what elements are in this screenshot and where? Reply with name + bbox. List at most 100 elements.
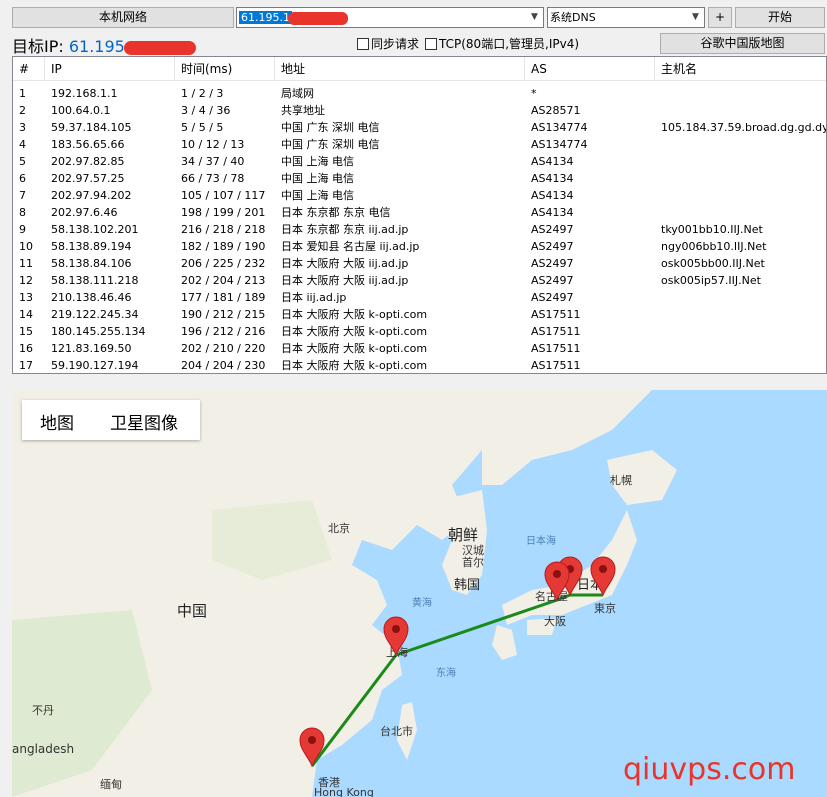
table-row[interactable]: 4 183.56.65.66 10 / 12 / 13 中国 广东 深圳 电信 AS13… [13, 136, 826, 153]
cell-as: AS17511 [531, 359, 581, 372]
cell-hostname: 105.184.37.59.broad.dg.gd.dynamic [661, 121, 827, 134]
tcp-checkbox[interactable]: TCP(80端口,管理员,IPv4) [425, 35, 579, 52]
cell-address: 中国 上海 电信 [281, 155, 354, 168]
col-index[interactable]: # [13, 57, 45, 81]
cell-index: 8 [19, 206, 26, 219]
cell-index: 2 [19, 104, 26, 117]
table-row[interactable]: 16 121.83.169.50 202 / 210 / 220 日本 大阪府 大阪 … [13, 340, 826, 357]
table-row[interactable]: 17 59.190.127.194 204 / 204 / 230 日本 大阪府 大阪… [13, 357, 826, 373]
cell-time: 202 / 210 / 220 [181, 342, 266, 355]
cell-ip: 183.56.65.66 [51, 138, 125, 151]
cell-hostname: osk005bb00.IIJ.Net [661, 257, 765, 270]
dns-select-value: 系统DNS [550, 11, 596, 24]
cell-ip: 59.37.184.105 [51, 121, 132, 134]
marker-tokyo[interactable] [590, 556, 616, 597]
cell-address: 日本 大阪府 大阪 iij.ad.jp [281, 257, 409, 270]
target-ip-caption: 目标IP: [12, 37, 64, 56]
cell-address: 中国 广东 深圳 电信 [281, 121, 380, 134]
cell-index: 4 [19, 138, 26, 151]
table-row[interactable]: 11 58.138.84.106 206 / 225 / 232 日本 大阪府 大阪 … [13, 255, 826, 272]
cell-time: 105 / 107 / 117 [181, 189, 266, 202]
table-row[interactable]: 3 59.37.184.105 5 / 5 / 5 中国 广东 深圳 电信 AS1347… [13, 119, 826, 136]
cell-time: 196 / 212 / 216 [181, 325, 266, 338]
cell-index: 9 [19, 223, 26, 236]
cell-index: 14 [19, 308, 33, 321]
watermark-text: qiuvps.com [623, 752, 796, 787]
cell-as: AS4134 [531, 172, 574, 185]
cell-address: 日本 大阪府 大阪 iij.ad.jp [281, 274, 409, 287]
cell-as: AS2497 [531, 240, 574, 253]
cell-hostname: osk005ip57.IIJ.Net [661, 274, 761, 287]
checkbox-box[interactable] [357, 38, 369, 50]
cell-address: 日本 大阪府 大阪 k-opti.com [281, 359, 428, 372]
cell-as: AS17511 [531, 325, 581, 338]
cell-as: AS17511 [531, 342, 581, 355]
cell-index: 17 [19, 359, 33, 372]
table-row[interactable]: 6 202.97.57.25 66 / 73 / 78 中国 上海 电信 AS4134 [13, 170, 826, 187]
marker-osaka[interactable] [544, 561, 570, 602]
cell-address: 日本 东京都 东京 iij.ad.jp [281, 223, 409, 236]
chevron-down-icon[interactable]: ▼ [526, 8, 543, 27]
cell-ip: 58.138.111.218 [51, 274, 139, 287]
table-row[interactable]: 8 202.97.6.46 198 / 199 / 201 日本 东京都 东京 电信 A… [13, 204, 826, 221]
col-ip[interactable]: IP [45, 57, 175, 81]
col-hostname[interactable]: 主机名 [655, 57, 826, 81]
cell-ip: 58.138.102.201 [51, 223, 139, 236]
table-row[interactable]: 15 180.145.255.134 196 / 212 / 216 日本 大阪府 大… [13, 323, 826, 340]
cell-address: 局域网 [281, 87, 314, 100]
sync-request-checkbox[interactable]: 同步请求 [357, 35, 419, 52]
cell-ip: 192.168.1.1 [51, 87, 118, 100]
google-china-map-button[interactable]: 谷歌中国版地图 [660, 33, 825, 54]
table-row[interactable]: 1 192.168.1.1 1 / 2 / 3 局域网 * [13, 85, 826, 102]
cell-time: 34 / 37 / 40 [181, 155, 245, 168]
cell-address: 日本 东京都 东京 电信 [281, 206, 391, 219]
ip-input-value: 61.195.1 [239, 11, 292, 24]
table-row[interactable]: 7 202.97.94.202 105 / 107 / 117 中国 上海 电信 AS4… [13, 187, 826, 204]
route-map[interactable]: 地图 卫星图像 北京 朝鲜 汉城 首尔 韩国 日本海 札幌 黄海 中国 上海 东… [12, 390, 827, 797]
cell-hostname: tky001bb10.IIJ.Net [661, 223, 763, 236]
table-row[interactable]: 5 202.97.82.85 34 / 37 / 40 中国 上海 电信 AS4134 [13, 153, 826, 170]
cell-index: 15 [19, 325, 33, 338]
add-button[interactable]: + [708, 7, 732, 28]
redaction-mark [287, 11, 348, 25]
cell-as: AS17511 [531, 308, 581, 321]
cell-index: 5 [19, 155, 26, 168]
col-time[interactable]: 时间(ms) [175, 57, 275, 81]
col-as[interactable]: AS [525, 57, 655, 81]
cell-time: 204 / 204 / 230 [181, 359, 266, 372]
col-address[interactable]: 地址 [275, 57, 525, 81]
cell-ip: 202.97.57.25 [51, 172, 125, 185]
cell-ip: 180.145.255.134 [51, 325, 146, 338]
cell-time: 206 / 225 / 232 [181, 257, 266, 270]
app-window: 本机网络 61.195.1 ▼ 系统DNS ▼ + 开始 目标IP: 61.19… [0, 0, 827, 797]
cell-address: 日本 大阪府 大阪 k-opti.com [281, 308, 428, 321]
table-row[interactable]: 2 100.64.0.1 3 / 4 / 36 共享地址 AS28571 [13, 102, 826, 119]
cell-index: 16 [19, 342, 33, 355]
sync-request-label: 同步请求 [371, 37, 420, 51]
table-row[interactable]: 12 58.138.111.218 202 / 204 / 213 日本 大阪府 大阪… [13, 272, 826, 289]
table-row[interactable]: 13 210.138.46.46 177 / 181 / 189 日本 iij.ad.… [13, 289, 826, 306]
cell-address: 日本 iij.ad.jp [281, 291, 347, 304]
cell-ip: 202.97.6.46 [51, 206, 118, 219]
cell-address: 中国 上海 电信 [281, 172, 354, 185]
marker-shanghai[interactable] [383, 616, 409, 657]
cell-ip: 100.64.0.1 [51, 104, 111, 117]
cell-as: AS4134 [531, 155, 574, 168]
cell-ip: 202.97.82.85 [51, 155, 125, 168]
table-row[interactable]: 14 219.122.245.34 190 / 212 / 215 日本 大阪府 大阪… [13, 306, 826, 323]
cell-ip: 121.83.169.50 [51, 342, 132, 355]
cell-time: 3 / 4 / 36 [181, 104, 231, 117]
dns-select[interactable]: 系统DNS ▼ [547, 7, 705, 28]
cell-ip: 219.122.245.34 [51, 308, 139, 321]
table-row[interactable]: 9 58.138.102.201 216 / 218 / 218 日本 东京都 东京 … [13, 221, 826, 238]
start-button[interactable]: 开始 [735, 7, 825, 28]
table-row[interactable]: 10 58.138.89.194 182 / 189 / 190 日本 爱知县 名古屋… [13, 238, 826, 255]
ip-input-combo[interactable]: 61.195.1 ▼ [236, 7, 544, 28]
checkbox-box[interactable] [425, 38, 437, 50]
marker-hong-kong[interactable] [299, 727, 325, 768]
cell-as: AS134774 [531, 121, 588, 134]
cell-time: 5 / 5 / 5 [181, 121, 224, 134]
cell-index: 3 [19, 121, 26, 134]
chevron-down-icon[interactable]: ▼ [687, 8, 704, 27]
local-network-button[interactable]: 本机网络 [12, 7, 234, 28]
